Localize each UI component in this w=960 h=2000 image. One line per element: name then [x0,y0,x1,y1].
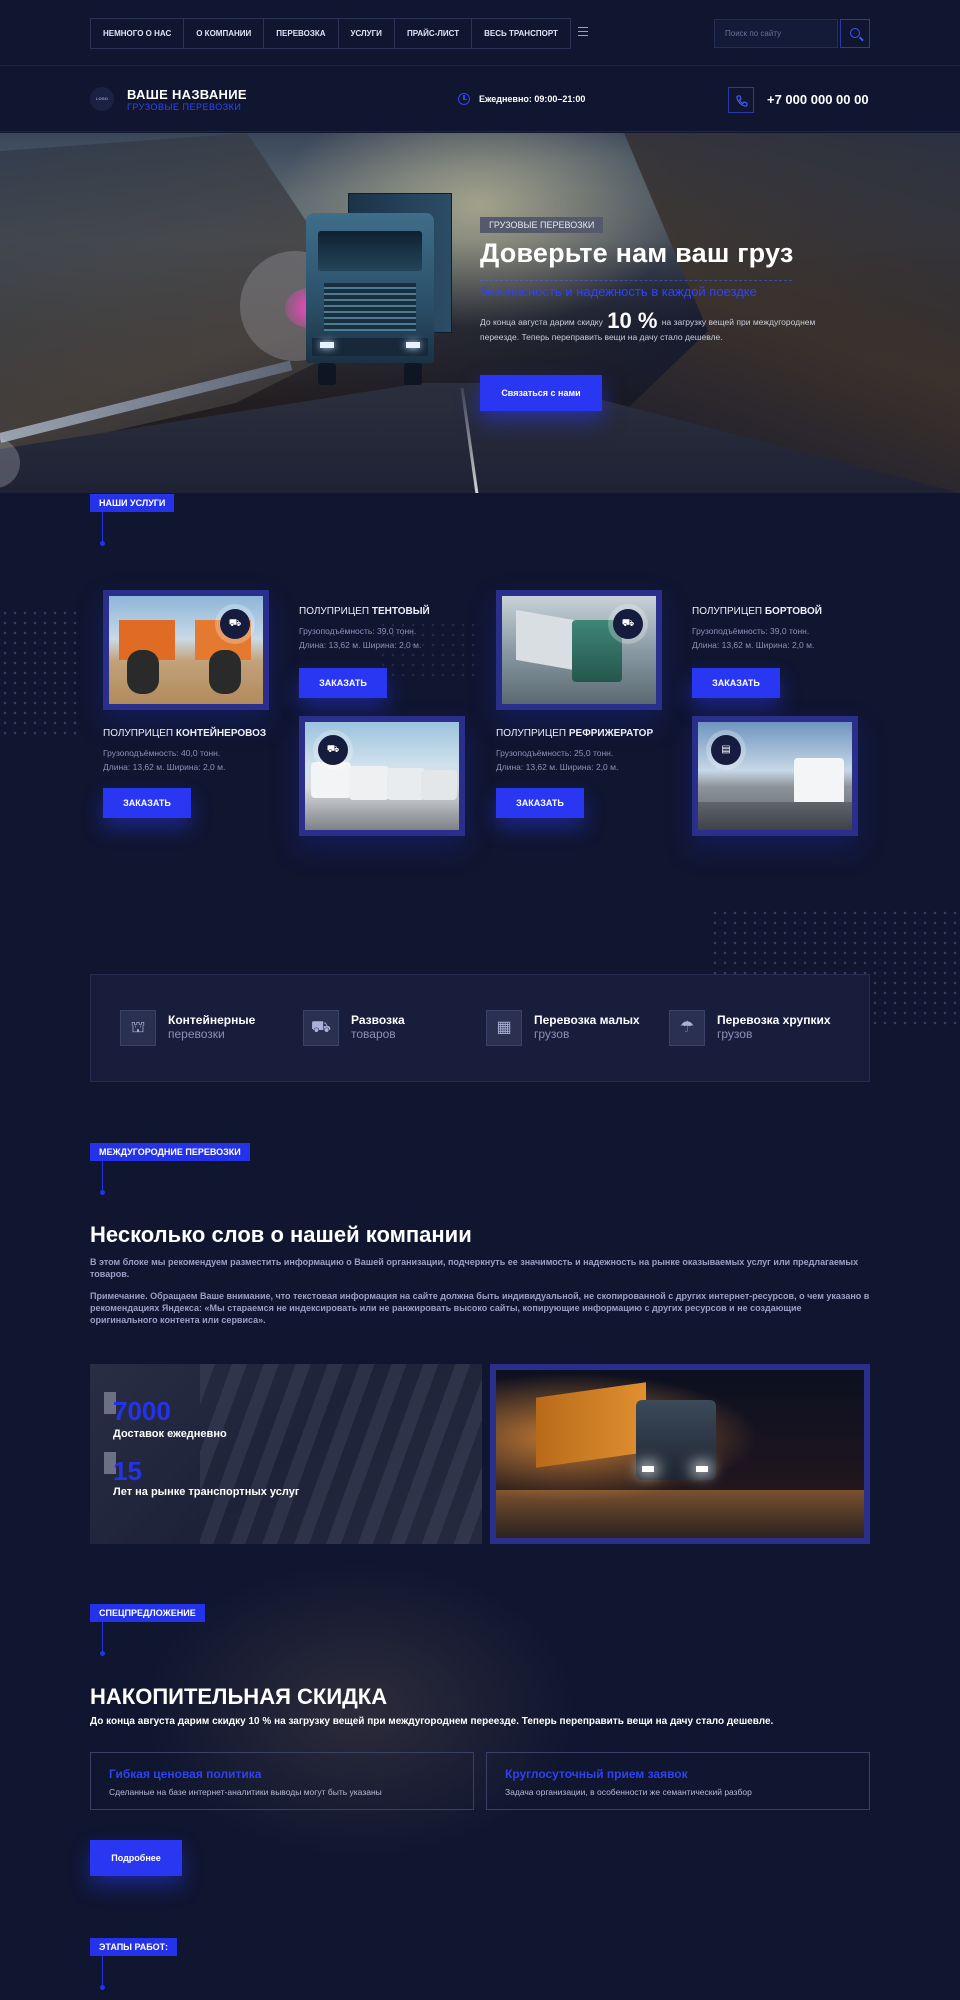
service-spec-flatbed: Грузоподъёмность: 39,0 тонн. Длина: 13,62… [692,626,815,650]
feature-container: Контейнерные перевозки [168,1013,256,1041]
section-tag-services: НАШИ УСЛУГИ [90,494,175,512]
order-button-refrigerator[interactable]: ЗАКАЗАТЬ [496,788,584,818]
service-spec-refrigerator: Грузоподъёмность: 25,0 тонн. Длина: 13,62… [496,748,619,772]
nav-item-services[interactable]: УСЛУГИ [339,19,395,48]
search-button[interactable] [840,19,870,48]
order-button-container[interactable]: ЗАКАЗАТЬ [103,788,191,818]
nav-item-price-list[interactable]: ПРАЙС-ЛИСТ [395,19,473,48]
order-button-tent[interactable]: ЗАКАЗАТЬ [299,668,387,698]
hero-tag: ГРУЗОВЫЕ ПЕРЕВОЗКИ [480,217,604,233]
menu-icon[interactable] [578,27,588,36]
decor-dots [0,608,80,738]
special-card-title: Круглосуточный прием заявок [505,1767,688,1781]
more-button[interactable]: Подробнее [90,1840,182,1876]
special-description: До конца августа дарим скидку 10 % на за… [90,1716,774,1727]
nav-item-about-us[interactable]: НЕМНОГО О НАС [91,19,185,48]
truck-icon: ⛟ [613,609,643,639]
section-tag-line [100,1956,105,1990]
hero-title: Доверьте нам ваш груз [480,238,794,268]
contact-button[interactable]: Связаться с нами [480,375,602,411]
stat-label-deliveries: Доставок ежедневно [113,1428,227,1440]
night-truck-image [490,1364,870,1544]
service-name-refrigerator: ПОЛУПРИЦЕП РЕФРИЖЕРАТОР [496,728,654,739]
special-card-title: Гибкая ценовая политика [109,1767,262,1781]
discount-value: 10 % [607,308,658,333]
section-tag-intercity: МЕЖДУГОРОДНИЕ ПЕРЕВОЗКИ [90,1143,250,1161]
service-name-container: ПОЛУПРИЦЕП КОНТЕЙНЕРОВОЗ [103,728,267,739]
truck-image [306,193,454,385]
service-name-tent: ПОЛУПРИЦЕП ТЕНТОВЫЙ [299,606,430,617]
stats-background-texture [200,1364,482,1544]
special-card: Гибкая ценовая политика Сделанные на баз… [90,1752,474,1810]
service-spec-container: Грузоподъёмность: 40,0 тонн. Длина: 13,62… [103,748,226,772]
section-tag-line [100,512,105,546]
about-title: Несколько слов о нашей компании [90,1222,472,1247]
van-icon: ⛟ [318,735,348,765]
clock-icon [458,93,470,105]
section-tag-line [100,1161,105,1195]
phone-number[interactable]: +7 000 000 00 00 [767,92,869,107]
nav-item-company[interactable]: О КОМПАНИИ [184,19,265,48]
cargo-ship-background [140,1560,580,1860]
crane-icon: ⛟ [220,609,250,639]
stat-value-deliveries: 7000 [113,1396,171,1426]
fragile-icon: ☂ [669,1010,705,1046]
nav-item-all-transport[interactable]: ВЕСЬ ТРАНСПОРТ [472,19,570,48]
delivery-icon: ⛟ [303,1010,339,1046]
section-tag-special: СПЕЦПРЕДЛОЖЕНИЕ [90,1604,205,1622]
service-image-refrigerator: ▤ [692,716,858,836]
working-hours: Ежедневно: 09:00–21:00 [479,94,586,104]
stat-label-years: Лет на рынке транспортных услуг [113,1486,300,1498]
feature-fragile-cargo: Перевозка хрупких грузов [717,1013,831,1041]
site-title: ВАШЕ НАЗВАНИЕ [127,87,247,102]
main-nav: НЕМНОГО О НАС О КОМПАНИИ ПЕРЕВОЗКА УСЛУГ… [90,18,571,49]
special-card-text: Задача организации, в особенности же сем… [505,1787,752,1797]
order-button-flatbed[interactable]: ЗАКАЗАТЬ [692,668,780,698]
site-subtitle: ГРУЗОВЫЕ ПЕРЕВОЗКИ [127,102,242,112]
service-name-flatbed: ПОЛУПРИЦЕП БОРТОВОЙ [692,606,822,617]
special-card: Круглосуточный прием заявок Задача орган… [486,1752,870,1810]
about-paragraph: В этом блоке мы рекомендуем разместить и… [90,1257,859,1279]
about-note: Примечание. Обращаем Ваше внимание, что … [90,1291,870,1325]
hero-subtitle: безопасность и надежность в каждой поезд… [480,280,792,304]
service-image-vans: ⛟ [299,716,465,836]
logo[interactable]: LOGO [90,87,114,111]
special-title: НАКОПИТЕЛЬНАЯ СКИДКА [90,1684,388,1709]
boxes-icon: ▦ [486,1010,522,1046]
phone-icon[interactable] [728,87,754,113]
service-image-container: ⛟ [103,590,269,710]
service-image-tent: ⛟ [496,590,662,710]
section-tag-line [100,1622,105,1656]
cargo-icon: ▤ [711,735,741,765]
hero-description: До конца августа дарим скидку 10 % на за… [480,308,816,343]
feature-delivery: Развозка товаров [351,1013,405,1041]
search-input[interactable] [714,19,838,48]
feature-small-cargo: Перевозка малых грузов [534,1013,640,1041]
special-card-text: Сделанные на базе интернет-аналитики выв… [109,1787,382,1797]
section-tag-stages: ЭТАПЫ РАБОТ: [90,1938,178,1956]
container-icon: ⛫ [120,1010,156,1046]
stat-value-years: 15 [113,1456,142,1486]
nav-item-transportation[interactable]: ПЕРЕВОЗКА [264,19,339,48]
service-spec-tent: Грузоподъёмность: 39,0 тонн. Длина: 13,62… [299,626,422,650]
